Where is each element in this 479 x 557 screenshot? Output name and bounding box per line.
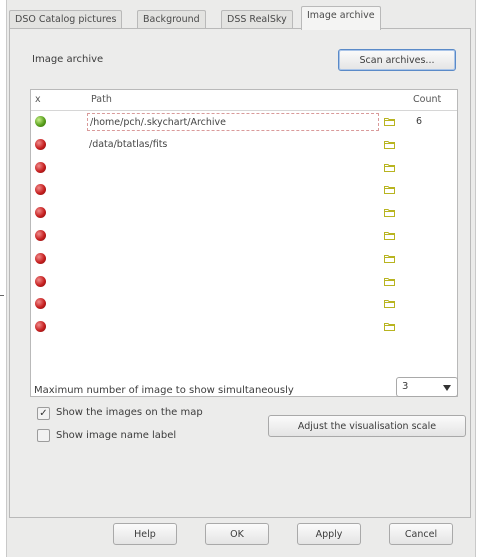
folder-icon[interactable] <box>384 140 395 149</box>
path-cell[interactable] <box>87 250 379 268</box>
header-count: Count <box>413 94 442 105</box>
status-dot-icon <box>35 207 46 219</box>
show-name-checkbox[interactable] <box>37 429 50 442</box>
chevron-down-icon <box>443 385 451 391</box>
status-dot-icon <box>35 184 46 196</box>
max-images-label: Maximum number of image to show simultan… <box>34 385 294 396</box>
folder-icon[interactable] <box>384 299 395 309</box>
preferences-dialog: DSO Catalog pictures Background DSS Real… <box>6 0 476 557</box>
header-x: x <box>35 94 41 105</box>
path-cell[interactable] <box>87 318 379 336</box>
status-dot-icon <box>35 161 46 173</box>
guide-mark <box>0 295 4 296</box>
image-archive-panel: Image archive Scan archives... x Path Co… <box>9 28 471 518</box>
header-path: Path <box>91 94 112 105</box>
tab-dss-realsky[interactable]: DSS RealSky <box>221 10 293 29</box>
folder-icon[interactable] <box>384 185 395 195</box>
path-cell[interactable] <box>87 204 379 222</box>
status-dot-icon <box>35 116 46 127</box>
apply-button[interactable]: Apply <box>297 523 361 545</box>
table-row[interactable] <box>31 157 457 180</box>
table-row[interactable] <box>31 248 457 271</box>
path-cell[interactable] <box>87 273 379 291</box>
status-dot-icon <box>35 321 46 333</box>
show-images-checkbox[interactable]: ✓ <box>37 407 50 420</box>
status-dot-icon <box>35 275 46 287</box>
path-cell[interactable] <box>87 159 379 177</box>
path-cell[interactable]: /data/btatlas/fits <box>87 136 379 154</box>
folder-icon[interactable] <box>384 208 395 218</box>
table-row[interactable] <box>31 179 457 202</box>
tab-image-archive[interactable]: Image archive <box>301 6 381 30</box>
grid-header: x Path Count <box>31 90 457 111</box>
status-dot-icon <box>35 252 46 264</box>
cancel-button[interactable]: Cancel <box>389 523 453 545</box>
tab-dso-catalog-pictures[interactable]: DSO Catalog pictures <box>9 10 123 29</box>
folder-icon[interactable] <box>384 254 395 263</box>
table-row[interactable] <box>31 225 457 248</box>
archive-grid: x Path Count /home/pch/.skychart/Archive… <box>30 89 458 397</box>
table-row[interactable]: /data/btatlas/fits <box>31 134 457 157</box>
status-dot-icon <box>35 230 46 241</box>
show-images-label: Show the images on the map <box>56 407 203 418</box>
path-cell[interactable] <box>87 227 379 245</box>
folder-icon[interactable] <box>384 322 395 332</box>
table-row[interactable] <box>31 271 457 294</box>
folder-icon[interactable] <box>384 117 395 126</box>
ok-button[interactable]: OK <box>205 523 269 545</box>
path-cell[interactable] <box>87 295 379 313</box>
folder-icon[interactable] <box>384 231 395 240</box>
folder-icon[interactable] <box>384 277 395 286</box>
table-row[interactable] <box>31 293 457 316</box>
section-title: Image archive <box>32 54 104 65</box>
show-name-label: Show image name label <box>56 430 177 441</box>
max-images-select[interactable]: 3 <box>396 377 458 397</box>
tab-background[interactable]: Background <box>137 10 206 29</box>
adjust-scale-button[interactable]: Adjust the visualisation scale <box>268 415 466 437</box>
count-cell: 6 <box>416 116 423 127</box>
max-images-value: 3 <box>402 381 409 392</box>
path-cell[interactable] <box>87 181 379 199</box>
status-dot-icon <box>35 298 46 310</box>
help-button[interactable]: Help <box>113 523 177 545</box>
scan-archives-button[interactable]: Scan archives... <box>338 49 456 71</box>
status-dot-icon <box>35 138 46 150</box>
table-row[interactable] <box>31 202 457 225</box>
path-cell[interactable]: /home/pch/.skychart/Archive <box>87 113 379 131</box>
table-row[interactable]: /home/pch/.skychart/Archive 6 <box>31 111 457 134</box>
table-row[interactable] <box>31 316 457 339</box>
folder-icon[interactable] <box>384 163 395 172</box>
